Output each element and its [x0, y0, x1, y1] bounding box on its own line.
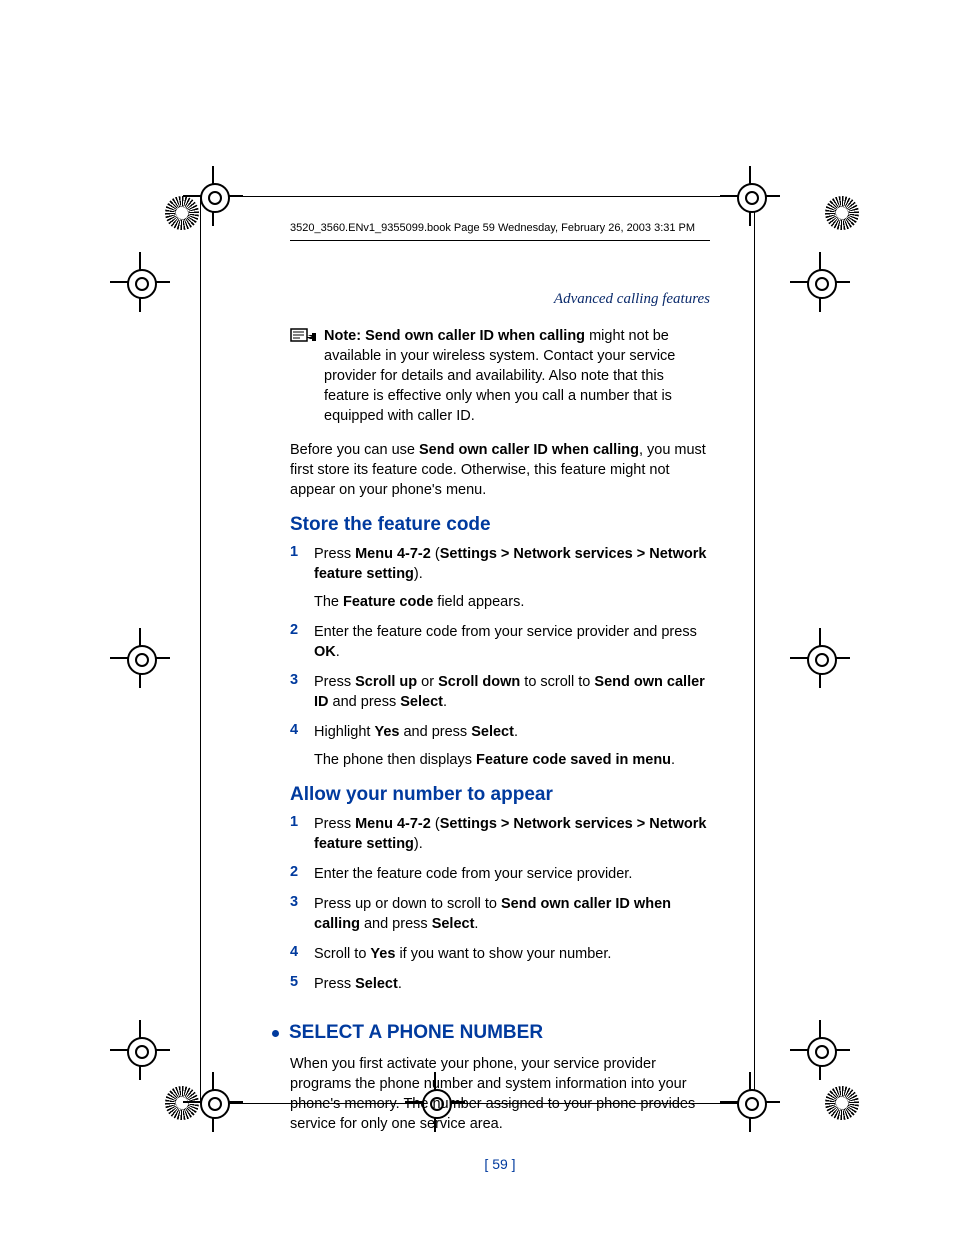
list-item-body: Scroll to Yes if you want to show your n…	[314, 944, 710, 964]
list-item-body: Enter the feature code from your service…	[314, 864, 710, 884]
list-item-body: Press up or down to scroll to Send own c…	[314, 894, 710, 934]
list-item: 4Highlight Yes and press Select.The phon…	[290, 722, 710, 770]
section-header: Advanced calling features	[290, 291, 710, 308]
list-item: 3Press up or down to scroll to Send own …	[290, 894, 710, 934]
list-item-number: 5	[290, 974, 314, 994]
list-item-number: 2	[290, 622, 314, 662]
list-item: 1Press Menu 4-7-2 (Settings > Network se…	[290, 544, 710, 612]
heading-allow-number: Allow your number to appear	[290, 784, 710, 806]
store-list: 1Press Menu 4-7-2 (Settings > Network se…	[290, 544, 710, 770]
allow-list: 1Press Menu 4-7-2 (Settings > Network se…	[290, 814, 710, 994]
list-item: 2Enter the feature code from your servic…	[290, 622, 710, 662]
list-item-number: 3	[290, 672, 314, 712]
intro-paragraph: Before you can use Send own caller ID wh…	[290, 440, 710, 500]
list-item-number: 4	[290, 722, 314, 770]
heading-select-phone-number: SELECT A PHONE NUMBER	[290, 1022, 710, 1044]
list-item-number: 1	[290, 544, 314, 612]
intro-pre: Before you can use	[290, 442, 419, 458]
select-phone-paragraph: When you first activate your phone, your…	[290, 1054, 710, 1134]
list-item-number: 2	[290, 864, 314, 884]
list-item-body: Highlight Yes and press Select.The phone…	[314, 722, 710, 770]
print-header-line: 3520_3560.ENv1_9355099.book Page 59 Wedn…	[290, 222, 710, 241]
list-item: 5Press Select.	[290, 974, 710, 994]
list-item-body: Press Select.	[314, 974, 710, 994]
intro-bold: Send own caller ID when calling	[419, 442, 639, 458]
list-item-subtext: The phone then displays Feature code sav…	[314, 750, 710, 770]
bullet-icon	[272, 1030, 279, 1037]
note-prefix: Note: Send own caller ID when calling	[324, 328, 585, 344]
list-item-body: Press Menu 4-7-2 (Settings > Network ser…	[314, 814, 710, 854]
page-number: [ 59 ]	[290, 1156, 710, 1172]
heading-select-phone-number-text: SELECT A PHONE NUMBER	[289, 1022, 543, 1044]
note-text: Note: Send own caller ID when calling mi…	[324, 326, 710, 426]
heading-store-feature-code: Store the feature code	[290, 514, 710, 536]
list-item: 1Press Menu 4-7-2 (Settings > Network se…	[290, 814, 710, 854]
note-icon	[290, 328, 318, 346]
list-item-number: 1	[290, 814, 314, 854]
list-item-body: Press Scroll up or Scroll down to scroll…	[314, 672, 710, 712]
list-item: 2Enter the feature code from your servic…	[290, 864, 710, 884]
note-block: Note: Send own caller ID when calling mi…	[290, 326, 710, 426]
list-item-number: 3	[290, 894, 314, 934]
list-item: 3Press Scroll up or Scroll down to scrol…	[290, 672, 710, 712]
list-item-number: 4	[290, 944, 314, 964]
list-item: 4Scroll to Yes if you want to show your …	[290, 944, 710, 964]
list-item-subtext: The Feature code field appears.	[314, 592, 710, 612]
page-content: 3520_3560.ENv1_9355099.book Page 59 Wedn…	[290, 222, 710, 1172]
list-item-body: Press Menu 4-7-2 (Settings > Network ser…	[314, 544, 710, 612]
list-item-body: Enter the feature code from your service…	[314, 622, 710, 662]
